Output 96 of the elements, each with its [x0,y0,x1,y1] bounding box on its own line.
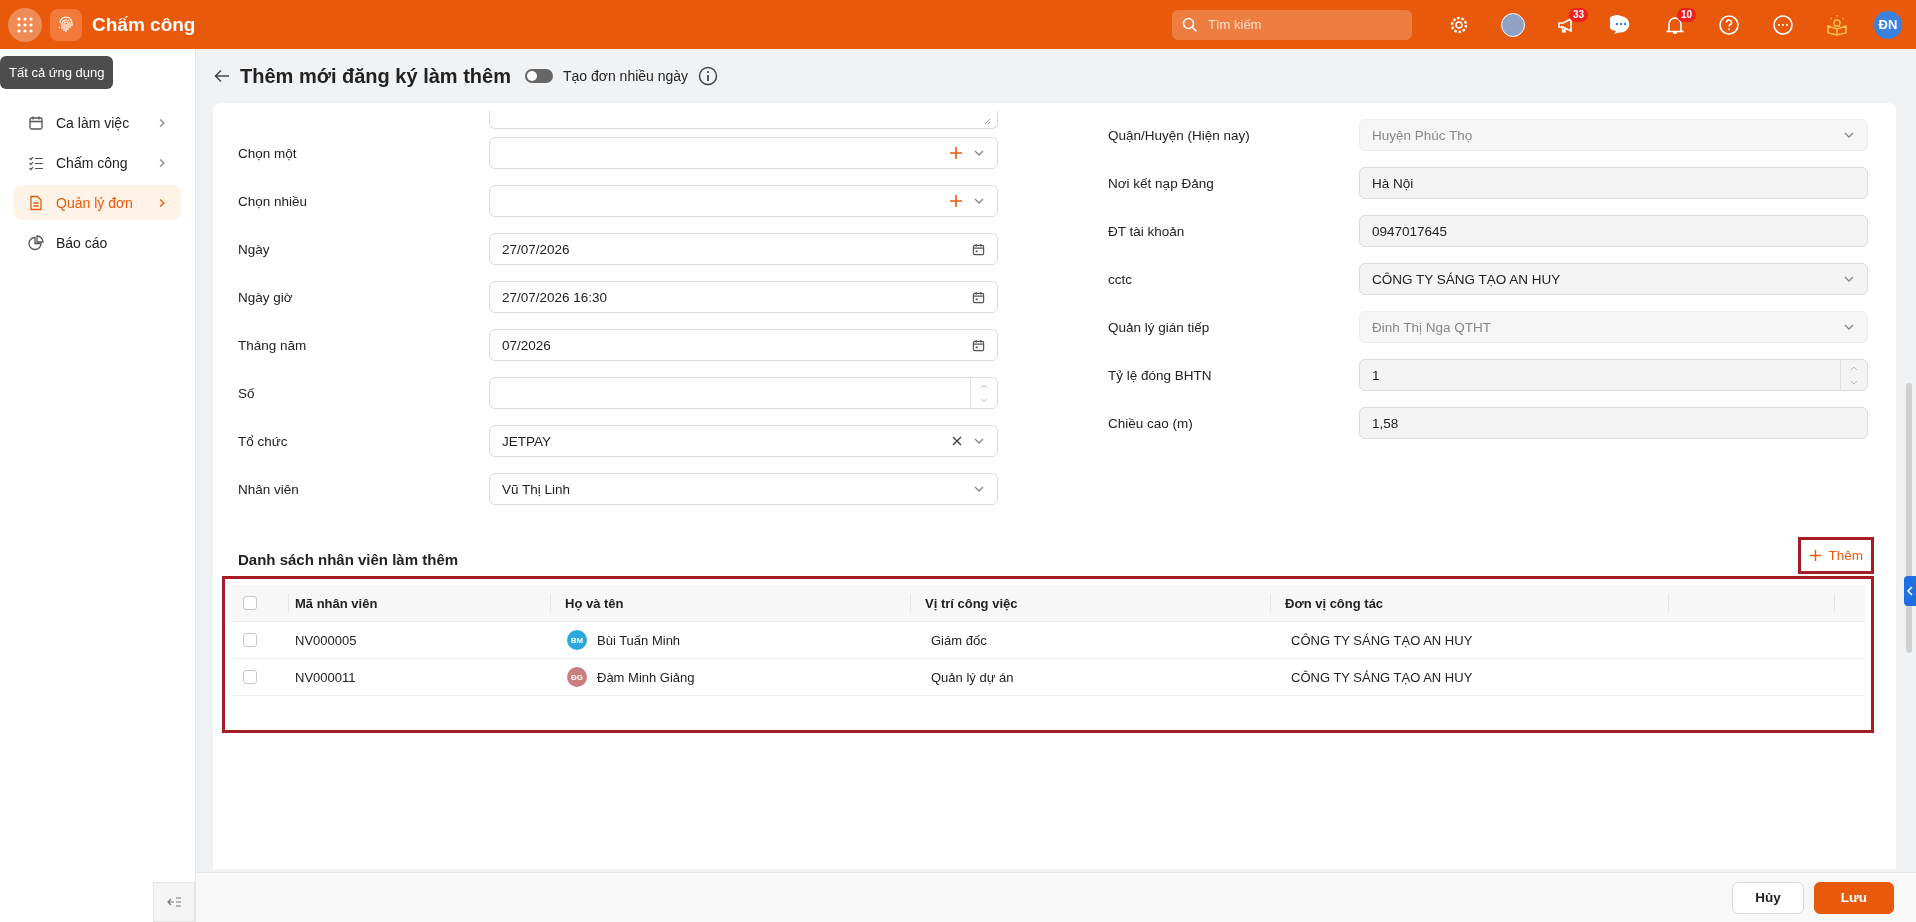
column-header: Đơn vị công tác [1284,595,1384,611]
number-field[interactable] [489,377,998,409]
table-cell-text: NV000005 [294,632,358,648]
table-cell: Đàm Minh Giảng [597,669,695,685]
cancel-button[interactable]: Hủy [1732,881,1804,914]
plus-icon [1809,549,1823,562]
field-label: Tháng năm [238,337,308,353]
field-label: Chọn một [238,145,298,161]
plus-icon[interactable] [949,146,963,160]
initials-avatar: BM [567,630,587,650]
field-label: Tỷ lệ đóng BHTN [1108,367,1213,383]
field-label: ĐT tài khoản [1108,223,1186,239]
date-field[interactable]: 27/07/2026 [489,233,998,265]
sidebar-item[interactable]: Ca làm việc [14,105,181,140]
table-cell-text: NV000011 [294,669,357,685]
field-label: Nơi kết nạp Đảng [1108,175,1215,191]
checklist-icon [28,154,44,171]
calendar-icon [28,114,44,131]
pie-chart-icon [28,234,44,251]
select-field[interactable]: Vũ Thị Linh [489,473,998,505]
date-field[interactable]: 27/07/2026 16:30 [489,281,998,313]
select-field[interactable]: CÔNG TY SÁNG TẠO AN HUY [1359,263,1868,295]
field-label: Ngày giờ [238,289,294,305]
save-button[interactable]: Lưu [1813,881,1894,914]
user-avatar[interactable]: ĐN [1874,10,1902,39]
chevron-right-icon [157,157,167,168]
input-field[interactable]: Hà Nội [1359,167,1868,199]
app-grid-button[interactable] [8,7,42,42]
fingerprint-logo-icon [50,8,82,41]
chevron-right-icon [157,117,167,128]
collapse-sidebar-button[interactable] [153,882,195,922]
search-icon [1182,16,1198,33]
field-label: Tổ chức [238,433,289,449]
toggle-label: Tạo đơn nhiều ngày [562,68,689,84]
field-label: Số [238,385,256,401]
grid-icon [17,16,33,33]
lightbulb-book-icon[interactable] [1826,13,1848,36]
input-field[interactable]: 0947017645 [1359,215,1868,247]
calendar-icon [972,290,985,304]
app-title: Chấm công [92,13,196,36]
tooltip: Tất cả ứng dụng [0,56,114,89]
select-field[interactable] [489,185,998,217]
select-field[interactable]: JETPAY [489,425,998,457]
clear-icon[interactable] [951,435,963,447]
select-all-checkbox[interactable] [243,596,257,610]
sidebar-item[interactable]: Báo cáo [14,225,181,260]
collapse-icon [167,896,181,908]
row-checkbox[interactable] [243,670,257,684]
calendar-icon [972,242,985,256]
field-label: Chiều cao (m) [1108,415,1194,431]
chevron-left-icon [1906,586,1914,596]
info-icon[interactable] [698,66,719,86]
column-header: Mã nhân viên [294,595,378,611]
count-badge: 10 [1677,7,1697,22]
add-button[interactable]: Thêm [1798,537,1874,574]
row-checkbox[interactable] [243,633,257,647]
select-field[interactable] [489,137,998,169]
textarea-field[interactable] [489,111,998,129]
initials-avatar: ĐG [567,667,587,687]
section-title: Danh sách nhân viên làm thêm [238,551,459,570]
table-cell-text: CÔNG TY SÁNG TẠO AN HUY [1290,669,1474,685]
chat-icon[interactable] [1610,13,1632,36]
count-badge: 33 [1569,7,1589,22]
date-field[interactable]: 07/2026 [489,329,998,361]
document-icon [28,194,44,211]
field-label: Chọn nhiều [238,193,309,209]
field-label: Ngày [238,241,271,257]
field-label: cctc [1108,271,1133,287]
table-cell-text: Quản lý dự án [930,669,1015,685]
side-panel-tab[interactable] [1904,576,1916,606]
more-icon[interactable] [1772,13,1794,36]
scrollbar-thumb[interactable] [1906,383,1912,653]
toggle-switch[interactable] [524,69,553,83]
field-label: Nhân viên [238,481,300,497]
search-input[interactable]: Tìm kiếm [1206,16,1390,33]
decrement-icon[interactable] [979,396,989,405]
resize-handle-icon [984,118,991,125]
calendar-icon [972,338,985,352]
plus-icon[interactable] [949,194,963,208]
avatar-icon[interactable] [1501,12,1525,37]
column-header: Vị trí công việc [924,595,1018,611]
number-field[interactable]: 1 [1359,359,1868,391]
help-icon[interactable] [1718,13,1740,36]
page-title: Thêm mới đăng ký làm thêm [240,64,511,88]
chevron-right-icon [157,197,167,208]
column-header: Họ và tên [564,595,624,611]
sidebar-item[interactable]: Chấm công [14,145,181,180]
table-cell-text: CÔNG TY SÁNG TẠO AN HUY [1290,632,1474,648]
search-field[interactable]: Tìm kiếm [1172,9,1412,40]
table-cell-text: Giám đốc [930,632,988,648]
input-field[interactable]: 1,58 [1359,407,1868,439]
back-arrow-icon[interactable] [214,69,230,83]
decrement-icon[interactable] [1849,378,1859,387]
table-cell: Bùi Tuấn Minh [597,632,681,648]
field-label: Quận/Huyện (Hiện nay) [1108,127,1251,143]
field-label: Quản lý gián tiếp [1108,319,1211,335]
